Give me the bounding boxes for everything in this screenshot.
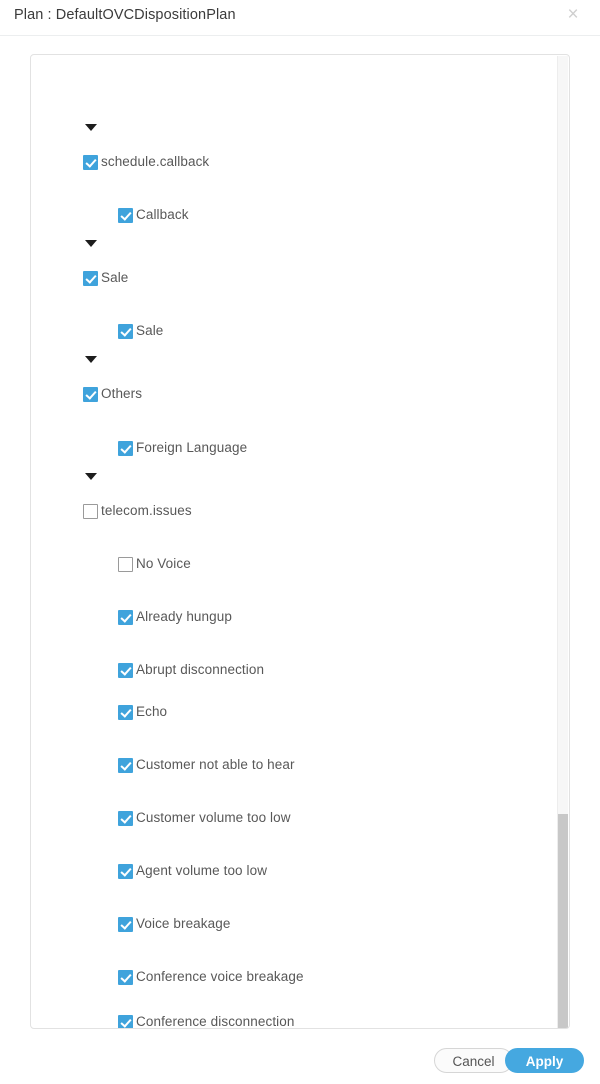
checkbox-checked[interactable] [118,1015,133,1029]
checkbox-checked[interactable] [118,811,133,826]
chevron-down-icon[interactable] [85,473,97,480]
checkbox-checked[interactable] [118,758,133,773]
disposition-plan-dialog: Plan : DefaultOVCDispositionPlan × sched… [0,0,600,1084]
tree-item-label: No Voice [136,554,191,574]
checkbox-checked[interactable] [118,970,133,985]
tree-item-label: Sale [136,321,163,341]
apply-button[interactable]: Apply [505,1048,584,1073]
checkbox-checked[interactable] [118,208,133,223]
tree-item[interactable]: Echo [118,702,167,722]
tree-item-label: Already hungup [136,607,232,627]
tree-scrollbar-thumb[interactable] [558,814,568,1029]
chevron-down-icon[interactable] [85,240,97,247]
checkbox-checked[interactable] [118,663,133,678]
tree-item-label: Customer volume too low [136,808,291,828]
checkbox-checked[interactable] [118,441,133,456]
tree-item[interactable]: Already hungup [118,607,232,627]
tree-item[interactable]: Voice breakage [118,914,230,934]
dialog-header: Plan : DefaultOVCDispositionPlan × [0,0,600,36]
tree-item-label: schedule.callback [101,152,209,172]
tree-item[interactable]: Conference disconnection [118,1012,295,1028]
tree-item-label: Callback [136,205,189,225]
checkbox-checked[interactable] [118,917,133,932]
checkbox-checked[interactable] [83,271,98,286]
tree-item-label: Conference disconnection [136,1012,295,1028]
tree-item-label: Conference voice breakage [136,967,304,987]
tree-item[interactable]: Callback [118,205,189,225]
tree-item-label: telecom.issues [101,501,192,521]
page-title: Plan : DefaultOVCDispositionPlan [14,7,236,23]
tree-item[interactable]: No Voice [118,554,191,574]
tree-item[interactable]: schedule.callback [83,152,209,172]
tree-item-label: Sale [101,268,128,288]
checkbox-checked[interactable] [118,705,133,720]
checkbox-checked[interactable] [118,864,133,879]
tree-item-label: Abrupt disconnection [136,660,264,680]
dialog-footer: Cancel Apply [0,1029,600,1084]
tree-viewport: schedule.callback Callback Sale Sale Others F… [31,55,569,1028]
disposition-tree-panel: schedule.callback Callback Sale Sale Others F… [30,54,570,1029]
tree-item[interactable]: Foreign Language [118,438,247,458]
tree-item[interactable]: Customer not able to hear [118,755,295,775]
checkbox-unchecked[interactable] [83,504,98,519]
tree-item-label: Agent volume too low [136,861,267,881]
cancel-button[interactable]: Cancel [434,1048,513,1073]
tree-item[interactable]: Sale [83,268,128,288]
tree-item-label: Echo [136,702,167,722]
tree-scrollbar-track[interactable] [557,56,568,1029]
tree-item[interactable]: Others [83,384,142,404]
close-icon[interactable]: × [562,4,584,26]
checkbox-checked[interactable] [118,324,133,339]
checkbox-checked[interactable] [118,610,133,625]
tree-item-label: Others [101,384,142,404]
tree-item-label: Voice breakage [136,914,230,934]
checkbox-checked[interactable] [83,155,98,170]
tree-item-label: Customer not able to hear [136,755,295,775]
tree-item[interactable]: Customer volume too low [118,808,291,828]
checkbox-unchecked[interactable] [118,557,133,572]
tree-item[interactable]: Abrupt disconnection [118,660,264,680]
tree-item[interactable]: Agent volume too low [118,861,267,881]
chevron-down-icon[interactable] [85,356,97,363]
tree-item[interactable]: telecom.issues [83,501,192,521]
tree-item[interactable]: Conference voice breakage [118,967,304,987]
checkbox-checked[interactable] [83,387,98,402]
tree-item-label: Foreign Language [136,438,247,458]
tree-content: schedule.callback Callback Sale Sale Others F… [31,55,569,1028]
chevron-down-icon[interactable] [85,124,97,131]
tree-item[interactable]: Sale [118,321,163,341]
